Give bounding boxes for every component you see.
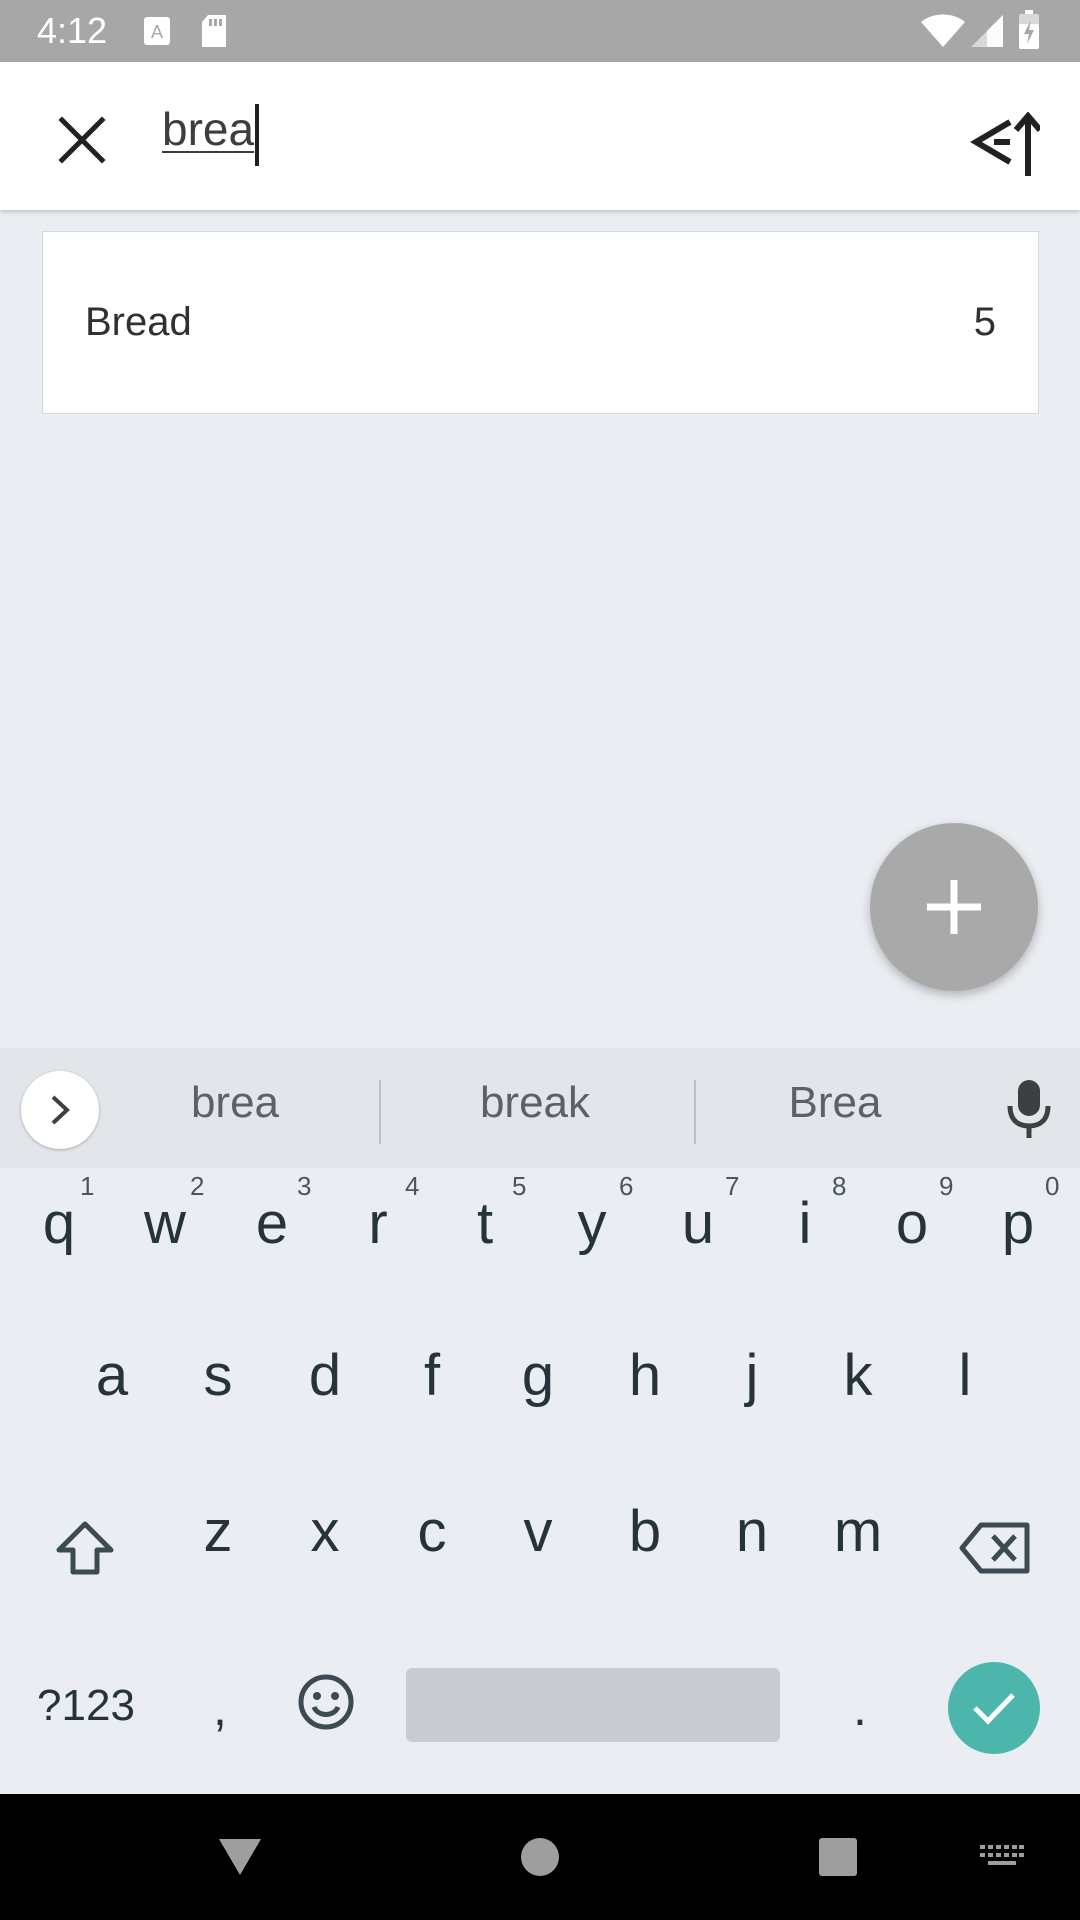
key-v[interactable]: v <box>485 1462 591 1602</box>
status-time: 4:12 <box>37 10 108 51</box>
emoji-key[interactable] <box>290 1666 362 1738</box>
close-search-button[interactable] <box>40 98 124 182</box>
key-l[interactable]: l <box>912 1306 1018 1446</box>
key-k[interactable]: k <box>805 1306 911 1446</box>
svg-text:A: A <box>151 22 163 42</box>
key-t[interactable]: t5 <box>432 1154 538 1294</box>
soft-keyboard: brea break Brea q1 w2 e3 r4 t5 y6 u7 i8 … <box>0 1048 1080 1794</box>
suggestion-strip: brea break Brea <box>0 1048 1080 1168</box>
key-number-hint: 4 <box>405 1171 420 1201</box>
key-s[interactable]: s <box>165 1306 271 1446</box>
key-j[interactable]: j <box>699 1306 805 1446</box>
key-number-hint: 2 <box>190 1171 205 1201</box>
key-number-hint: 6 <box>619 1171 634 1201</box>
key-u[interactable]: u7 <box>645 1154 751 1294</box>
keyboard-switch-button[interactable] <box>962 1794 1042 1920</box>
suggestion-divider <box>694 1080 696 1144</box>
key-z[interactable]: z <box>165 1462 271 1602</box>
suggestion-2[interactable]: break <box>450 1078 620 1128</box>
key-label: y <box>577 1191 607 1256</box>
key-number-hint: 7 <box>725 1171 740 1201</box>
keyboard-a-icon: A <box>143 16 171 51</box>
add-item-button[interactable] <box>870 823 1038 991</box>
key-label: u <box>681 1191 715 1256</box>
list-item[interactable]: Bread 5 <box>42 231 1039 414</box>
key-label: r <box>368 1191 388 1256</box>
space-key[interactable] <box>406 1668 780 1742</box>
key-number-hint: 5 <box>512 1171 527 1201</box>
key-n[interactable]: n <box>699 1462 805 1602</box>
comma-key[interactable]: , <box>180 1648 260 1768</box>
key-label: q <box>42 1191 76 1256</box>
home-button[interactable] <box>500 1794 580 1920</box>
backspace-key[interactable] <box>940 1498 1050 1598</box>
emoji-icon <box>298 1674 354 1730</box>
done-key[interactable] <box>948 1662 1040 1754</box>
recents-icon <box>819 1838 857 1876</box>
back-button[interactable] <box>200 1794 280 1920</box>
key-d[interactable]: d <box>272 1306 378 1446</box>
key-c[interactable]: c <box>379 1462 485 1602</box>
key-m[interactable]: m <box>805 1462 911 1602</box>
signal-icon <box>970 14 1004 53</box>
check-icon <box>973 1693 1015 1725</box>
key-i[interactable]: i8 <box>752 1154 858 1294</box>
key-e[interactable]: e3 <box>219 1154 325 1294</box>
key-y[interactable]: y6 <box>539 1154 645 1294</box>
key-b[interactable]: b <box>592 1462 698 1602</box>
key-label: p <box>1001 1191 1035 1256</box>
item-count: 5 <box>973 300 996 344</box>
status-bar: 4:12 A <box>0 0 1080 62</box>
key-p[interactable]: p0 <box>965 1154 1071 1294</box>
item-name: Bread <box>85 300 192 344</box>
key-x[interactable]: x <box>272 1462 378 1602</box>
sort-icon <box>970 112 1040 176</box>
suggestion-divider <box>379 1080 381 1144</box>
key-g[interactable]: g <box>485 1306 591 1446</box>
period-key[interactable]: . <box>820 1648 900 1768</box>
plus-icon <box>927 880 981 934</box>
key-r[interactable]: r4 <box>325 1154 431 1294</box>
search-app-bar: brea <box>0 62 1080 210</box>
key-label: i <box>798 1191 812 1256</box>
backspace-icon <box>959 1522 1030 1574</box>
key-number-hint: 8 <box>832 1171 847 1201</box>
key-w[interactable]: w2 <box>112 1154 218 1294</box>
key-label: o <box>895 1191 929 1256</box>
shift-key[interactable] <box>30 1498 140 1598</box>
wifi-icon <box>920 14 966 53</box>
sd-card-icon <box>200 14 228 53</box>
key-f[interactable]: f <box>379 1306 485 1446</box>
close-icon <box>58 116 106 164</box>
key-label: e <box>255 1191 289 1256</box>
symbols-key[interactable]: ?123 <box>20 1666 152 1746</box>
key-h[interactable]: h <box>592 1306 698 1446</box>
key-number-hint: 0 <box>1045 1171 1060 1201</box>
text-cursor <box>255 104 259 166</box>
key-number-hint: 1 <box>80 1171 95 1201</box>
key-label: w <box>144 1191 186 1256</box>
key-number-hint: 9 <box>939 1171 954 1201</box>
key-o[interactable]: o9 <box>859 1154 965 1294</box>
sort-button[interactable] <box>966 106 1044 184</box>
battery-charging-icon <box>1018 10 1040 55</box>
back-icon <box>219 1839 261 1875</box>
system-nav-bar <box>0 1794 1080 1920</box>
key-a[interactable]: a <box>59 1306 165 1446</box>
recents-button[interactable] <box>798 1794 878 1920</box>
key-q[interactable]: q1 <box>6 1154 112 1294</box>
shift-icon <box>56 1521 114 1575</box>
search-input[interactable]: brea <box>162 102 254 156</box>
key-label: t <box>476 1191 494 1256</box>
key-number-hint: 3 <box>297 1171 312 1201</box>
home-icon <box>521 1838 559 1876</box>
keyboard-switch-icon <box>980 1845 1024 1865</box>
suggestion-1[interactable]: brea <box>150 1078 320 1128</box>
chevron-right-icon <box>51 1095 70 1125</box>
